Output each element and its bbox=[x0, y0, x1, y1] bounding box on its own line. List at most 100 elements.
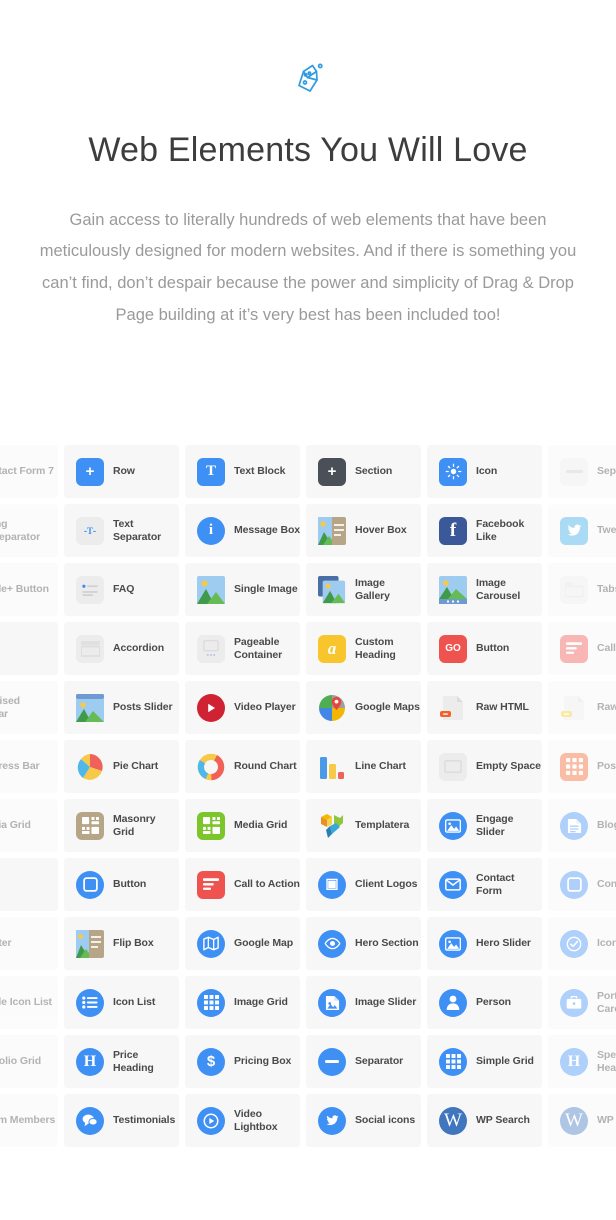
element-card[interactable]: Round Chart bbox=[185, 740, 300, 793]
element-card[interactable]: ple Icon List bbox=[0, 976, 58, 1029]
element-card[interactable]: + Row bbox=[64, 445, 179, 498]
element-card-label: Hero Section bbox=[355, 937, 419, 950]
element-card[interactable]: Pageable Container bbox=[185, 622, 300, 675]
element-card[interactable]: Social icons bbox=[306, 1094, 421, 1147]
element-card-label: tfolio Grid bbox=[0, 1055, 42, 1068]
element-card[interactable]: Google Maps bbox=[306, 681, 421, 734]
element-card[interactable]: Testimonials bbox=[64, 1094, 179, 1147]
element-card-label: Video Player bbox=[234, 701, 296, 714]
element-card[interactable]: Accordion bbox=[64, 622, 179, 675]
element-card-label: Masonry Grid bbox=[113, 812, 156, 838]
element-card[interactable]: $ Pricing Box bbox=[185, 1035, 300, 1088]
element-card[interactable]: ing Separator bbox=[0, 504, 58, 557]
element-card[interactable]: nter bbox=[0, 917, 58, 970]
element-card[interactable]: Blog bbox=[548, 799, 616, 852]
element-card[interactable]: Google Map bbox=[185, 917, 300, 970]
element-card-label: Hover Box bbox=[355, 524, 407, 537]
element-card[interactable]: Video Player bbox=[185, 681, 300, 734]
element-card-label: Tweet bbox=[597, 524, 616, 537]
element-card[interactable]: + Section bbox=[306, 445, 421, 498]
accordion-icon bbox=[76, 634, 104, 663]
element-card[interactable]: Pie Chart bbox=[64, 740, 179, 793]
element-card[interactable]: H Special Heading bbox=[548, 1035, 616, 1088]
element-card[interactable]: H Price Heading bbox=[64, 1035, 179, 1088]
element-card[interactable]: Icon List bbox=[64, 976, 179, 1029]
element-card[interactable]: GO Button bbox=[427, 622, 542, 675]
element-card[interactable]: Single Image bbox=[185, 563, 300, 616]
element-card[interactable]: tfolio Grid bbox=[0, 1035, 58, 1088]
element-card[interactable]: Hero Slider bbox=[427, 917, 542, 970]
posts-grid-icon bbox=[560, 752, 588, 781]
element-card[interactable]: ▣ Client Logos bbox=[306, 858, 421, 911]
element-card[interactable]: Tweet bbox=[548, 504, 616, 557]
element-card[interactable]: T Text Block bbox=[185, 445, 300, 498]
element-card[interactable]: ntact Form 7 bbox=[0, 445, 58, 498]
element-card[interactable]: Masonry Grid bbox=[64, 799, 179, 852]
element-card[interactable]: Simple Grid bbox=[427, 1035, 542, 1088]
element-card-label: Tabs bbox=[597, 583, 616, 596]
element-card[interactable]: Icon bbox=[427, 445, 542, 498]
element-card[interactable]: Hover Box bbox=[306, 504, 421, 557]
element-card[interactable]: W WP Menu bbox=[548, 1094, 616, 1147]
person-icon bbox=[439, 988, 467, 1017]
facebook-icon: f bbox=[439, 516, 467, 545]
element-card[interactable]: Tabs bbox=[548, 563, 616, 616]
element-card[interactable]: Hero Section bbox=[306, 917, 421, 970]
element-card-label: Pageable Container bbox=[234, 635, 283, 661]
portfolio-carousel-icon bbox=[560, 988, 588, 1017]
element-card[interactable]: Call to Action bbox=[548, 622, 616, 675]
element-card[interactable]: Person bbox=[427, 976, 542, 1029]
hero-section: Web Elements You Will Love Gain access t… bbox=[0, 0, 616, 331]
element-card[interactable]: Image Carousel bbox=[427, 563, 542, 616]
image-grid-icon bbox=[197, 988, 225, 1017]
element-card-label: Call to Action bbox=[597, 642, 616, 655]
element-card[interactable]: a Custom Heading bbox=[306, 622, 421, 675]
element-card[interactable]: Image Grid bbox=[185, 976, 300, 1029]
element-card-label: Container bbox=[597, 878, 616, 891]
element-card[interactable]: Portfolio Carousel bbox=[548, 976, 616, 1029]
element-card[interactable]: Contact Form bbox=[427, 858, 542, 911]
client-logos-icon: ▣ bbox=[318, 870, 346, 899]
image-carousel-icon bbox=[439, 575, 467, 604]
element-card[interactable]: am Members bbox=[0, 1094, 58, 1147]
hero-slider-icon bbox=[439, 929, 467, 958]
element-card[interactable]: Engage Slider bbox=[427, 799, 542, 852]
google-map-icon bbox=[197, 929, 225, 958]
element-card[interactable]: Posts Grid bbox=[548, 740, 616, 793]
element-card-label: Pie Chart bbox=[113, 760, 159, 773]
element-card[interactable]: Call to Action bbox=[185, 858, 300, 911]
button-icon bbox=[76, 870, 104, 899]
element-card[interactable]: Empty Space bbox=[427, 740, 542, 793]
element-card[interactable]: -T- Text Separator bbox=[64, 504, 179, 557]
element-card[interactable]: Video Lightbox bbox=[185, 1094, 300, 1147]
special-heading-icon: H bbox=[560, 1047, 588, 1076]
element-card[interactable]: Raw HTML bbox=[427, 681, 542, 734]
element-card[interactable]: gress Bar bbox=[0, 740, 58, 793]
hero-section-icon bbox=[318, 929, 346, 958]
element-card[interactable]: FAQ bbox=[64, 563, 179, 616]
element-card[interactable]: Image Gallery bbox=[306, 563, 421, 616]
element-card[interactable]: G+gle+ Button bbox=[0, 563, 58, 616]
element-card[interactable]: Container bbox=[548, 858, 616, 911]
element-card-label: Single Image bbox=[234, 583, 298, 596]
element-card[interactable]: Separator bbox=[548, 445, 616, 498]
element-card[interactable]: rtised bar bbox=[0, 681, 58, 734]
element-card-label: ple Icon List bbox=[0, 996, 52, 1009]
element-card[interactable]: f Facebook Like bbox=[427, 504, 542, 557]
element-card[interactable]: Raw JS bbox=[548, 681, 616, 734]
price-heading-icon: H bbox=[76, 1047, 104, 1076]
element-card[interactable]: Templatera bbox=[306, 799, 421, 852]
element-card[interactable]: Media Grid bbox=[185, 799, 300, 852]
element-card[interactable]: Line Chart bbox=[306, 740, 421, 793]
element-card[interactable]: i Message Box bbox=[185, 504, 300, 557]
element-card-label: ntact Form 7 bbox=[0, 465, 54, 478]
element-card[interactable]: W WP Search bbox=[427, 1094, 542, 1147]
element-card[interactable]: Separator bbox=[306, 1035, 421, 1088]
element-card[interactable]: Image Slider bbox=[306, 976, 421, 1029]
element-card[interactable]: dia Grid bbox=[0, 799, 58, 852]
element-card[interactable]: Icon Box bbox=[548, 917, 616, 970]
element-card[interactable]: Posts Slider bbox=[64, 681, 179, 734]
element-card[interactable]: Flip Box bbox=[64, 917, 179, 970]
element-card[interactable]: Button bbox=[64, 858, 179, 911]
element-card-label: WP Search bbox=[476, 1114, 530, 1127]
